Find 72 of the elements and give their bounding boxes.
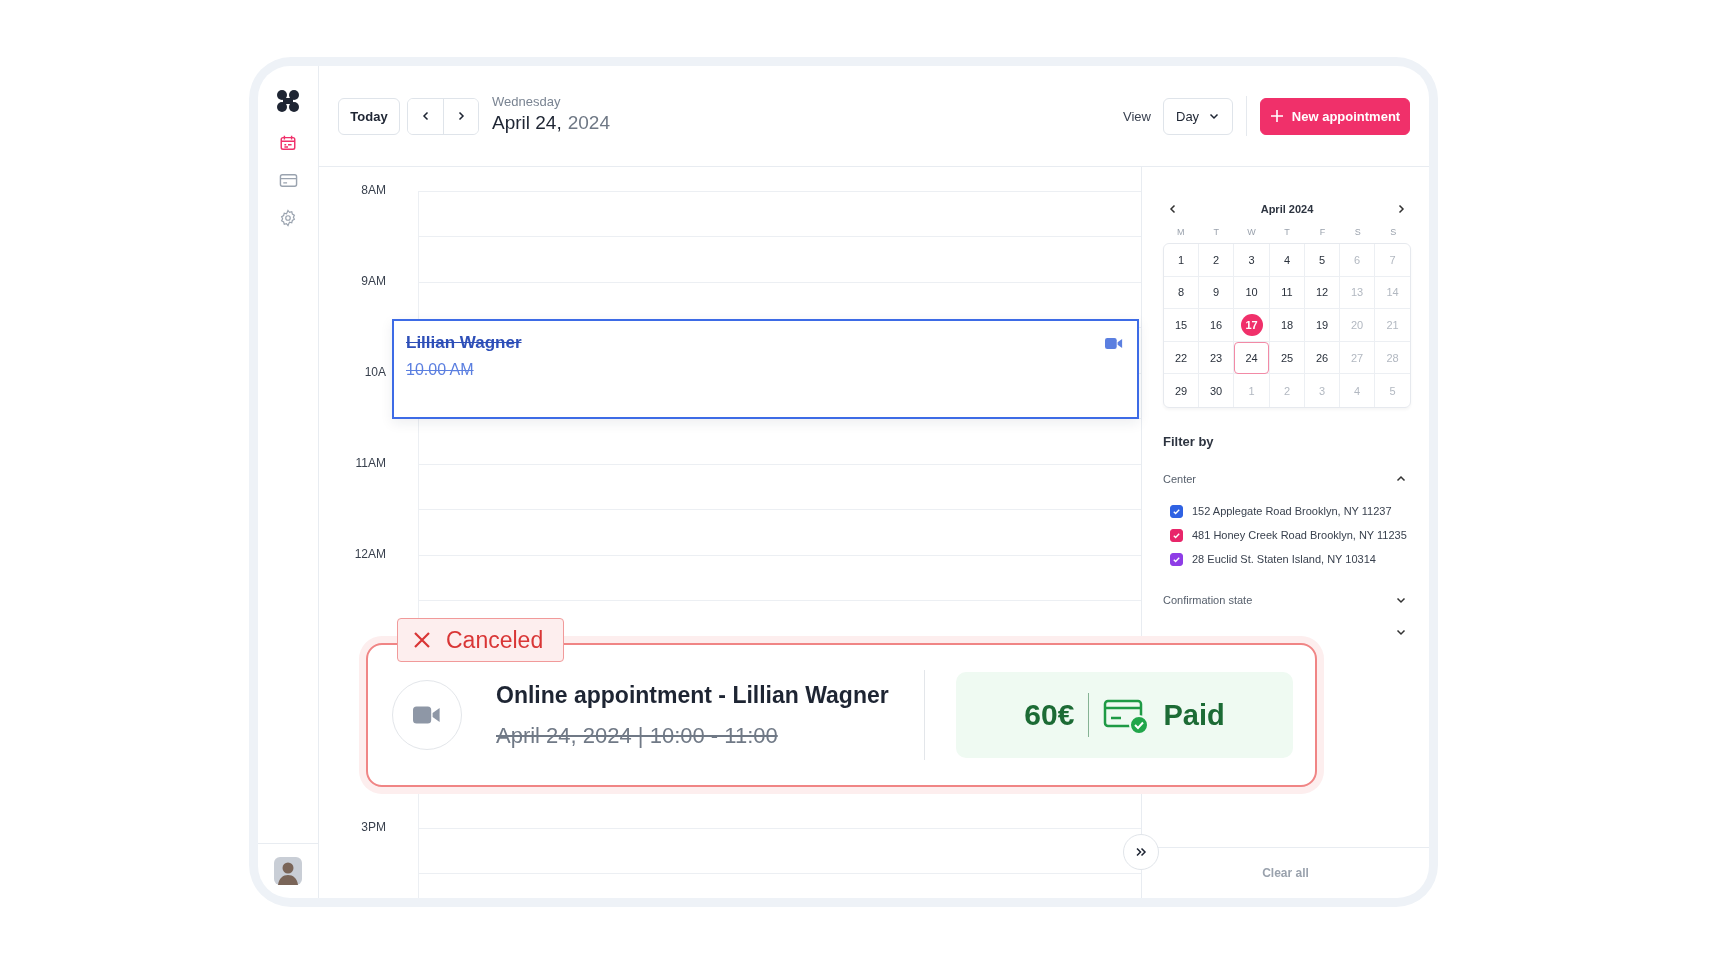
- filter-group-label: Center: [1163, 472, 1197, 485]
- filter-option-label: 481 Honey Creek Road Brooklyn, NY 11235: [1192, 529, 1407, 542]
- calendar-day[interactable]: 29: [1170, 379, 1192, 402]
- appointment-datetime: April 24, 2024 | 10:00 - 11:00: [496, 722, 779, 749]
- calendar-day[interactable]: 18: [1276, 314, 1298, 336]
- calendar-day[interactable]: 3: [1240, 248, 1263, 271]
- calendar-day[interactable]: 24: [1234, 341, 1269, 374]
- weekday-header: T: [1212, 227, 1220, 239]
- appointment-time: 10.00 AM: [406, 361, 475, 379]
- weekday-header: M: [1175, 227, 1186, 239]
- calendar-day[interactable]: 2: [1205, 248, 1227, 271]
- weekday-header: T: [1283, 227, 1291, 239]
- logo-icon: [276, 89, 300, 113]
- month-title: April 2024: [1260, 203, 1314, 215]
- calendar-day[interactable]: 12: [1311, 281, 1333, 304]
- weekday-header: W: [1246, 227, 1257, 239]
- year-title: 2024: [567, 112, 610, 134]
- hour-label: 9AM: [360, 274, 387, 290]
- calendar-day[interactable]: 15: [1170, 314, 1192, 336]
- payment-status: Paid: [1163, 698, 1225, 732]
- calendar-day[interactable]: 5: [1311, 248, 1333, 271]
- appointment-name: Lillian Wagner: [406, 333, 522, 353]
- hour-label: 8AM: [360, 183, 387, 199]
- filter-option-label: 28 Euclid St. Staten Island, NY 10314: [1192, 553, 1376, 566]
- check-icon: [1172, 530, 1181, 540]
- status-tag: Canceled: [397, 618, 565, 662]
- calendar-day[interactable]: 22: [1170, 346, 1192, 369]
- calendar-day[interactable]: 25: [1276, 346, 1298, 369]
- check-icon: [1172, 506, 1181, 516]
- x-icon: [412, 630, 432, 650]
- checkbox[interactable]: [1170, 504, 1183, 518]
- appointment-card[interactable]: Lillian Wagner 10.00 AM: [392, 319, 1139, 419]
- new-appointment-button[interactable]: New appointment: [1260, 97, 1410, 135]
- calendar-day[interactable]: 19: [1311, 314, 1333, 336]
- calendar-icon[interactable]: [279, 134, 297, 152]
- weekday-header: S: [1353, 227, 1362, 239]
- calendar-day[interactable]: 10: [1240, 281, 1263, 304]
- weekday-header: F: [1318, 227, 1327, 239]
- filter-title: Filter by: [1163, 433, 1215, 449]
- settings-icon[interactable]: [279, 209, 297, 227]
- calendar-day[interactable]: 11: [1276, 281, 1298, 304]
- weekday-header: S: [1389, 227, 1398, 239]
- calendar-day[interactable]: 30: [1205, 379, 1227, 402]
- filter-group-label: Confirmation state: [1163, 593, 1253, 606]
- credit-card-icon[interactable]: [278, 171, 298, 190]
- calendar-day[interactable]: 17: [1240, 314, 1263, 336]
- hour-label: 3PM: [360, 820, 387, 836]
- calendar-day[interactable]: 9: [1205, 281, 1227, 304]
- checkbox[interactable]: [1170, 552, 1183, 566]
- calendar-day[interactable]: 1: [1170, 248, 1192, 271]
- today-button[interactable]: Today: [338, 97, 400, 135]
- hour-label: 11AM: [354, 456, 387, 472]
- weekday-label: Wednesday: [492, 94, 562, 109]
- double-chevron-icon: [1134, 845, 1148, 859]
- avatar-icon[interactable]: [274, 857, 302, 885]
- price: 60€: [1024, 698, 1075, 732]
- video-camera-icon: [1105, 337, 1123, 350]
- filter-option-label: 152 Applegate Road Brooklyn, NY 11237: [1192, 505, 1392, 518]
- appointment-title: Online appointment - Lillian Wagner: [496, 681, 889, 709]
- checkbox[interactable]: [1170, 528, 1183, 542]
- calendar-day[interactable]: 4: [1276, 248, 1298, 271]
- calendar-day[interactable]: 26: [1311, 346, 1333, 369]
- calendar-day[interactable]: 23: [1205, 346, 1227, 369]
- calendar-day[interactable]: 16: [1205, 314, 1227, 336]
- date-title: April 24,: [492, 112, 562, 134]
- hour-label: 12AM: [353, 547, 387, 563]
- view-label: View: [1123, 108, 1151, 124]
- calendar-day[interactable]: 8: [1170, 281, 1192, 304]
- plus-icon: [1269, 109, 1284, 123]
- view-dropdown[interactable]: Day: [1163, 97, 1233, 135]
- check-icon: [1172, 554, 1181, 564]
- expand-panel-button[interactable]: [1123, 834, 1159, 870]
